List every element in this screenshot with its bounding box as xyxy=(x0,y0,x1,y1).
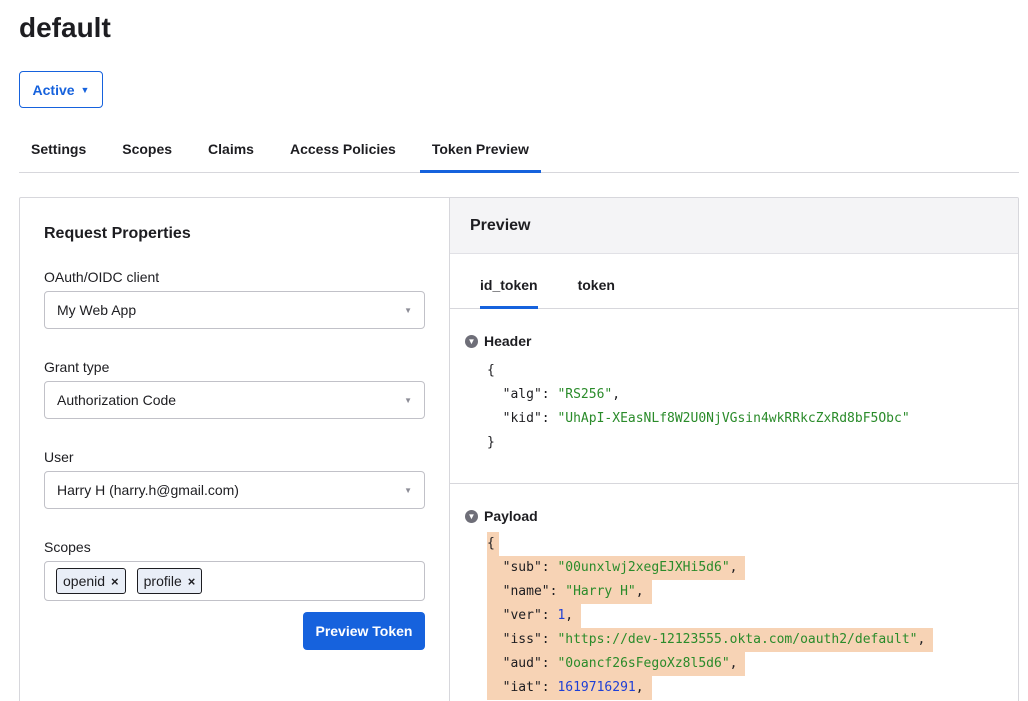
json-number: 1619716291 xyxy=(557,680,636,695)
payload-section-toggle[interactable]: ▼ Payload xyxy=(465,502,1003,530)
subtab-token[interactable]: token xyxy=(578,254,615,309)
user-label: User xyxy=(44,449,74,465)
tab-access-policies[interactable]: Access Policies xyxy=(278,128,408,173)
json-key: "alg" xyxy=(502,387,542,402)
status-dropdown-button[interactable]: Active ▼ xyxy=(19,71,103,108)
payload-section: ▼ Payload { "sub": "00unxlwj2xegEJXHi5d6… xyxy=(450,484,1018,700)
chevron-down-icon: ▼ xyxy=(465,509,478,523)
page-title: default xyxy=(19,12,111,43)
json-string: "UhApI-XEasNLf8W2U0NjVGsin4wkRRkcZxRd8bF… xyxy=(557,411,910,426)
scopes-label: Scopes xyxy=(44,539,91,555)
preview-title: Preview xyxy=(450,198,1018,254)
status-label: Active xyxy=(32,81,75,98)
client-label: OAuth/OIDC client xyxy=(44,269,160,285)
main-tabs: Settings Scopes Claims Access Policies T… xyxy=(19,128,1019,173)
json-string: "Harry H" xyxy=(565,584,636,599)
remove-icon[interactable]: × xyxy=(111,574,119,589)
preview-token-button[interactable]: Preview Token xyxy=(303,612,425,650)
scope-chip-label: openid xyxy=(63,573,106,589)
caret-down-icon: ▼ xyxy=(80,84,90,95)
scope-chip-openid: openid × xyxy=(56,568,126,594)
json-string: "0oancf26sFegoXz8l5d6" xyxy=(557,656,730,671)
tab-scopes[interactable]: Scopes xyxy=(110,128,184,173)
caret-down-icon: ▼ xyxy=(404,485,412,495)
remove-icon[interactable]: × xyxy=(188,574,196,589)
json-brace: { xyxy=(487,363,495,378)
header-section-title: Header xyxy=(484,333,532,349)
grant-type-label: Grant type xyxy=(44,359,110,375)
json-key: "ver" xyxy=(502,608,542,623)
caret-down-icon: ▼ xyxy=(404,305,412,315)
scope-chip-profile: profile × xyxy=(136,568,203,594)
user-value: Harry H (harry.h@gmail.com) xyxy=(57,482,239,498)
json-key: "iss" xyxy=(502,632,542,647)
json-key: "aud" xyxy=(502,656,542,671)
token-preview-panel: Request Properties OAuth/OIDC client My … xyxy=(19,197,1019,701)
json-key: "iat" xyxy=(502,680,542,695)
grant-type-select[interactable]: Authorization Code ▼ xyxy=(44,381,425,419)
json-number: 1 xyxy=(557,608,566,623)
json-string: "00unxlwj2xegEJXHi5d6" xyxy=(557,560,730,575)
json-key: "sub" xyxy=(502,560,542,575)
subtab-id-token[interactable]: id_token xyxy=(480,254,538,309)
payload-json: { "sub": "00unxlwj2xegEJXHi5d6", "name":… xyxy=(465,532,1003,700)
json-key: "name" xyxy=(502,584,550,599)
header-json: { "alg": "RS256", "kid": "UhApI-XEasNLf8… xyxy=(487,363,910,450)
payload-section-title: Payload xyxy=(484,508,538,524)
client-value: My Web App xyxy=(57,302,137,318)
chevron-down-icon: ▼ xyxy=(465,334,478,348)
scopes-input[interactable]: openid × profile × xyxy=(44,561,425,601)
user-select[interactable]: Harry H (harry.h@gmail.com) ▼ xyxy=(44,471,425,509)
request-properties-panel: Request Properties OAuth/OIDC client My … xyxy=(20,198,450,701)
scope-chip-label: profile xyxy=(143,573,182,589)
tab-claims[interactable]: Claims xyxy=(196,128,266,173)
header-section: ▼ Header { "alg": "RS256", "kid": "UhApI… xyxy=(450,309,1018,484)
tab-settings[interactable]: Settings xyxy=(19,128,98,173)
header-section-toggle[interactable]: ▼ Header xyxy=(465,327,1003,355)
json-brace: } xyxy=(487,435,495,450)
grant-type-value: Authorization Code xyxy=(57,392,177,408)
tab-token-preview[interactable]: Token Preview xyxy=(419,128,541,173)
json-string: "RS256" xyxy=(557,387,613,402)
caret-down-icon: ▼ xyxy=(404,395,412,405)
client-select[interactable]: My Web App ▼ xyxy=(44,291,425,329)
json-brace: { xyxy=(487,532,499,556)
request-properties-title: Request Properties xyxy=(44,225,191,242)
token-subtabs: id_token token xyxy=(450,254,1018,309)
preview-panel: Preview id_token token ▼ Header { "alg":… xyxy=(450,198,1018,701)
json-key: "kid" xyxy=(502,411,542,426)
json-string: "https://dev-12123555.okta.com/oauth2/de… xyxy=(557,632,918,647)
